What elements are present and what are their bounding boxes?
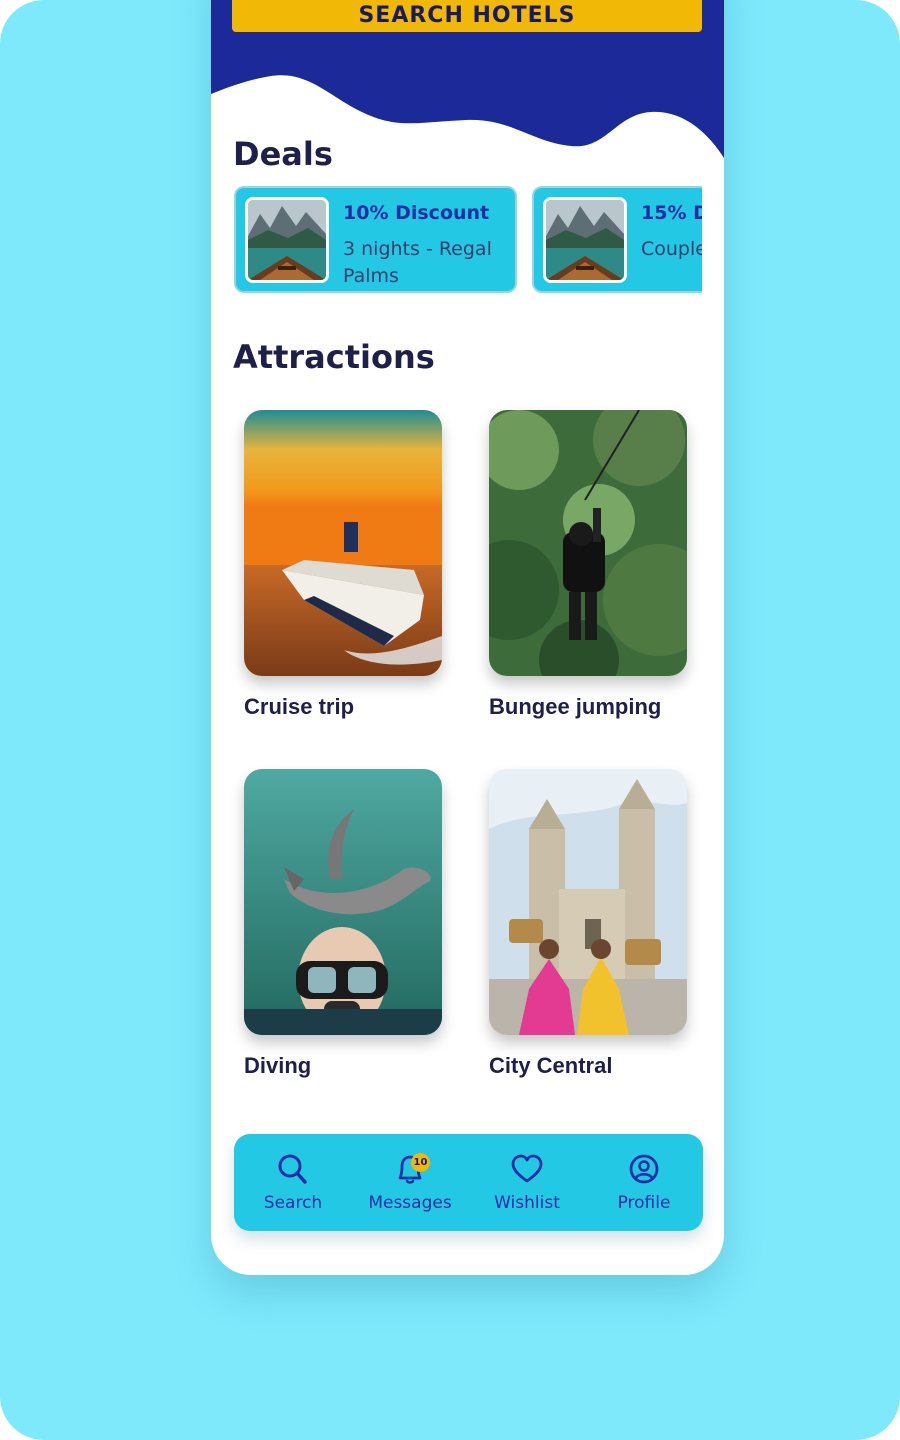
attraction-card-cruise[interactable]: Cruise trip bbox=[244, 410, 442, 720]
nav-label: Messages bbox=[368, 1193, 452, 1213]
zipline-photo bbox=[489, 410, 687, 676]
attraction-label: Diving bbox=[244, 1053, 312, 1078]
search-hotels-label: SEARCH HOTELS bbox=[358, 3, 576, 28]
user-circle-icon bbox=[624, 1152, 664, 1186]
deals-title: Deals bbox=[233, 135, 333, 173]
attraction-card-bungee[interactable]: Bungee jumping bbox=[489, 410, 687, 720]
diver-sea-lion-photo bbox=[244, 769, 442, 1035]
attraction-label: City Central bbox=[489, 1053, 613, 1078]
cathedral-photo bbox=[489, 769, 687, 1035]
heart-icon bbox=[507, 1152, 547, 1186]
deal-description: 3 nights - Regal Palms bbox=[343, 238, 492, 287]
phone-screen: SEARCH HOTELS Deals 10% Discount 3 night… bbox=[211, 0, 724, 1275]
attraction-label: Bungee jumping bbox=[489, 694, 662, 719]
search-hotels-button[interactable]: SEARCH HOTELS bbox=[232, 0, 702, 32]
deal-description: Couple - Scenic bbox=[641, 238, 702, 260]
nav-item-profile[interactable]: Profile bbox=[589, 1152, 699, 1213]
lake-boat-photo bbox=[543, 197, 627, 283]
search-icon bbox=[273, 1152, 313, 1186]
cruise-ship-photo bbox=[244, 410, 442, 676]
nav-item-messages[interactable]: 10 Messages bbox=[355, 1152, 465, 1213]
attractions-title: Attractions bbox=[233, 338, 435, 376]
deal-card[interactable]: 15% Discount Couple - Scenic bbox=[532, 186, 702, 293]
deal-discount: 15% Discount bbox=[641, 202, 702, 224]
deals-carousel[interactable]: 10% Discount 3 nights - Regal Palms 15% bbox=[233, 185, 702, 295]
bell-icon: 10 bbox=[390, 1152, 430, 1186]
app-background: SEARCH HOTELS Deals 10% Discount 3 night… bbox=[0, 0, 900, 1440]
nav-label: Profile bbox=[617, 1193, 671, 1213]
attraction-label: Cruise trip bbox=[244, 694, 355, 719]
nav-item-search[interactable]: Search bbox=[238, 1152, 348, 1213]
bottom-navigation: Search 10 Messages Wishlist Profile bbox=[234, 1134, 703, 1231]
nav-item-wishlist[interactable]: Wishlist bbox=[472, 1152, 582, 1213]
messages-badge: 10 bbox=[411, 1153, 430, 1172]
attraction-card-diving[interactable]: Diving bbox=[244, 769, 442, 1079]
lake-boat-photo bbox=[245, 197, 329, 283]
nav-label: Wishlist bbox=[494, 1193, 560, 1213]
deal-discount: 10% Discount bbox=[343, 202, 490, 224]
attraction-card-city[interactable]: City Central bbox=[489, 769, 687, 1079]
nav-label: Search bbox=[263, 1193, 323, 1213]
deal-card[interactable]: 10% Discount 3 nights - Regal Palms bbox=[234, 186, 517, 293]
